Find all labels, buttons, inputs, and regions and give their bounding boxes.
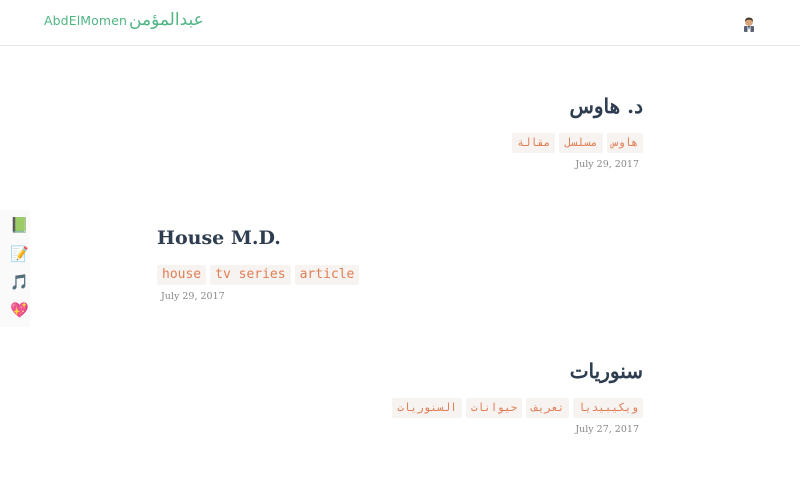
- post-title[interactable]: House M.D.: [157, 225, 281, 251]
- side-menu: 📗 📝 🎵 💖: [0, 210, 30, 327]
- site-header: AbdElMomen عبدالمؤمن: [0, 0, 800, 46]
- person-icon[interactable]: [741, 16, 757, 32]
- tag[interactable]: تعريف: [526, 398, 570, 418]
- tag[interactable]: tv series: [210, 265, 291, 285]
- tag[interactable]: السنوريات: [392, 398, 462, 418]
- post-title[interactable]: د. هاوس: [569, 93, 643, 119]
- memo-icon[interactable]: 📝: [10, 245, 29, 263]
- music-note-icon[interactable]: 🎵: [10, 273, 29, 291]
- tag[interactable]: مسلسل: [559, 133, 603, 153]
- post-date: July 29, 2017: [575, 159, 639, 170]
- tag[interactable]: هاوس: [606, 133, 643, 153]
- post-tags: هاوس مسلسل مقالة: [157, 133, 643, 153]
- tag[interactable]: مقالة: [512, 133, 556, 153]
- heart-icon[interactable]: 💖: [10, 301, 29, 319]
- post-item: House M.D. house tv series article July …: [157, 225, 643, 302]
- site-logo[interactable]: AbdElMomen عبدالمؤمن: [44, 10, 204, 30]
- tag[interactable]: house: [157, 265, 207, 285]
- logo-latin-text: AbdElMomen: [44, 13, 128, 28]
- post-date: July 29, 2017: [161, 291, 225, 302]
- logo-arabic-text: عبدالمؤمن: [129, 10, 204, 30]
- post-item: د. هاوس هاوس مسلسل مقالة July 29, 2017: [157, 93, 643, 170]
- tag[interactable]: حيوانات: [465, 398, 523, 418]
- post-tags: house tv series article: [157, 265, 643, 285]
- post-item: سنوريات ويكيبيديا تعريف حيوانات السنوريا…: [157, 358, 643, 435]
- tag[interactable]: article: [294, 265, 360, 285]
- book-icon[interactable]: 📗: [10, 216, 29, 234]
- post-tags: ويكيبيديا تعريف حيوانات السنوريات: [157, 398, 643, 418]
- tag[interactable]: ويكيبيديا: [573, 398, 643, 418]
- post-title[interactable]: سنوريات: [570, 358, 643, 384]
- post-date: July 27, 2017: [575, 424, 639, 435]
